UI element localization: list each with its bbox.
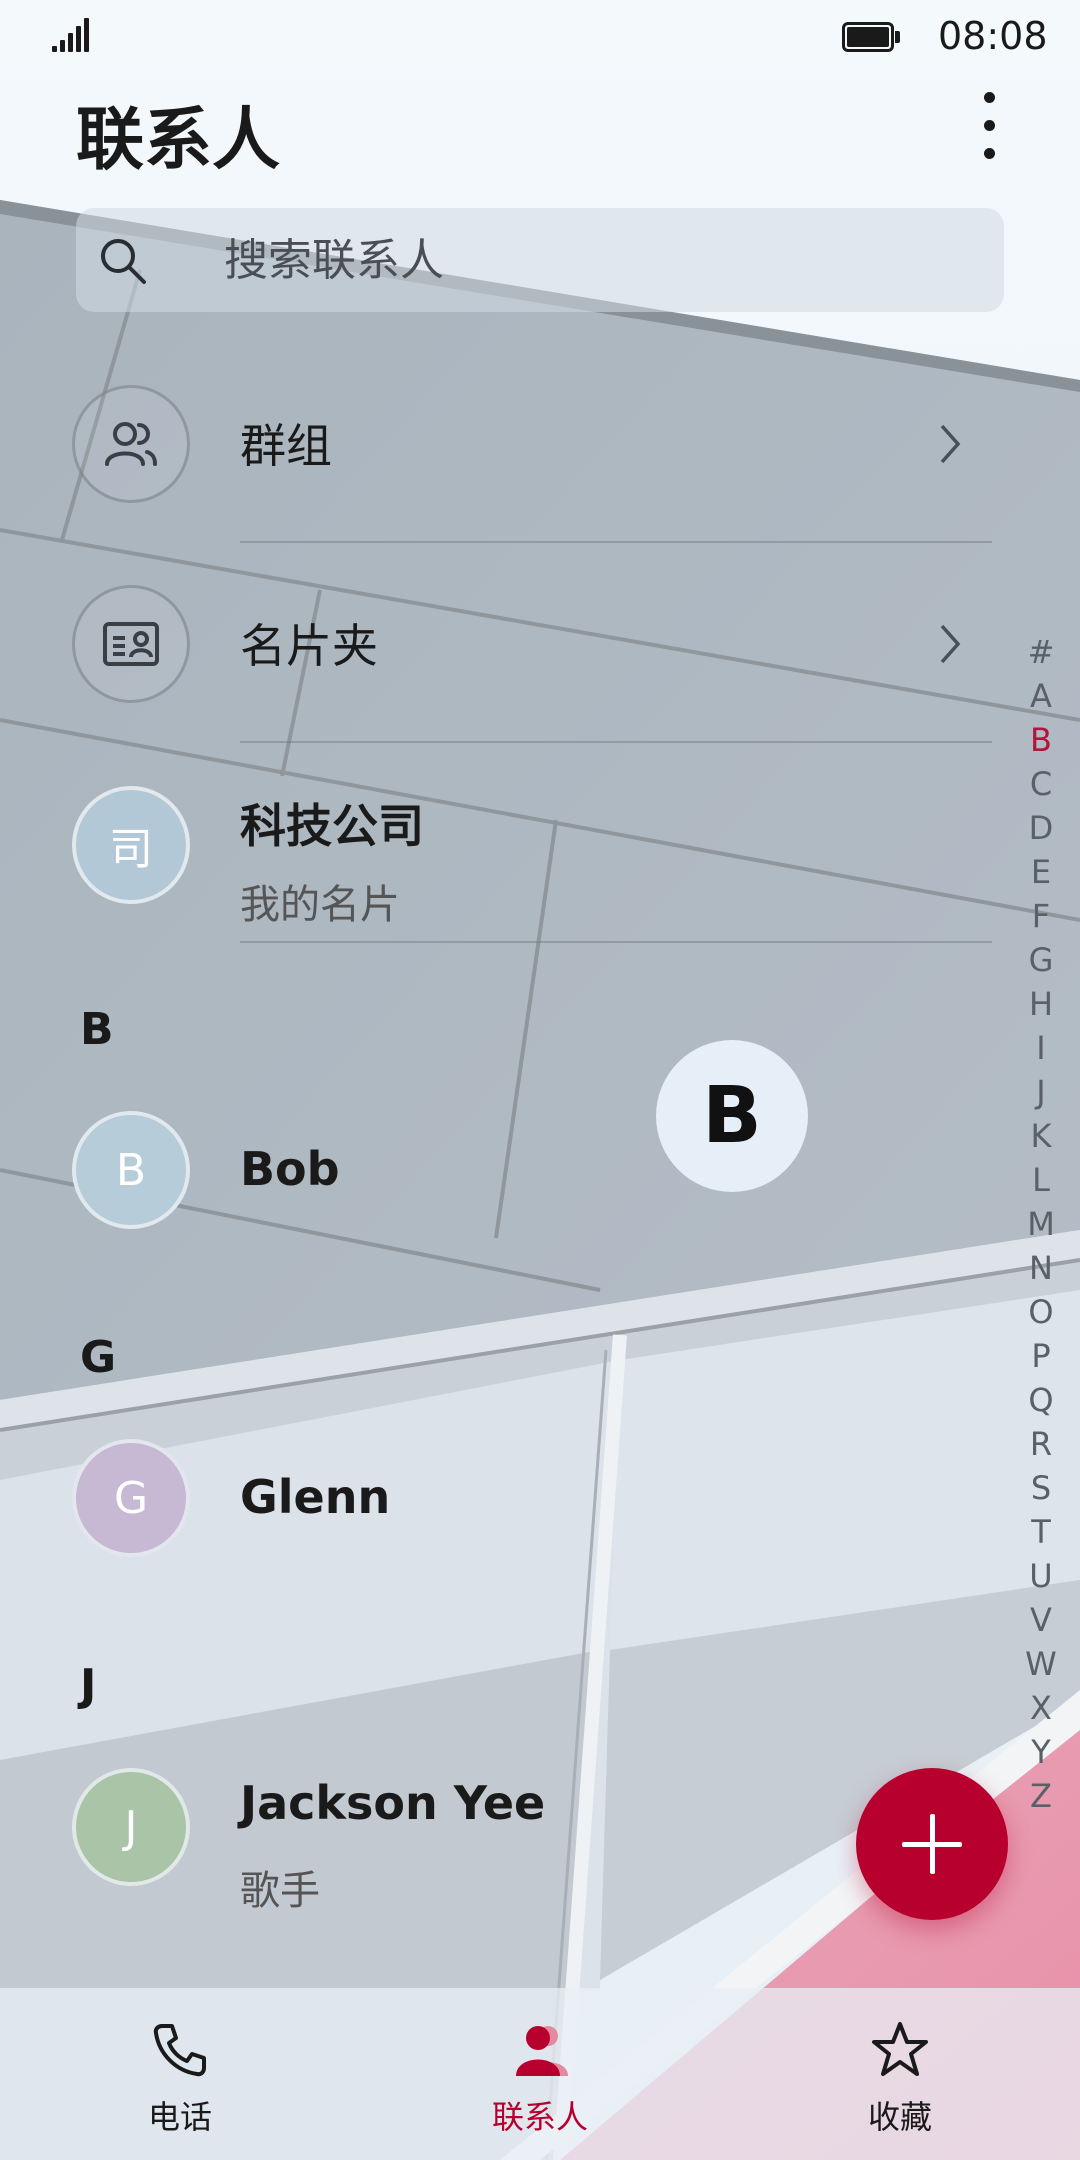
tab-contacts[interactable]: 联系人 — [420, 1988, 660, 2160]
groups-label: 群组 — [240, 419, 332, 473]
section-header-b: B — [80, 1004, 114, 1055]
avatar: 司 — [72, 786, 190, 904]
index-letter[interactable]: Z — [1020, 1774, 1062, 1818]
index-letter[interactable]: E — [1020, 850, 1062, 894]
index-letter[interactable]: V — [1020, 1598, 1062, 1642]
bottom-navigation: 电话 联系人 收藏 — [0, 1988, 1080, 2160]
index-letter[interactable]: J — [1020, 1070, 1062, 1114]
my-card-name: 科技公司 — [240, 799, 424, 853]
divider — [240, 741, 992, 743]
index-letter[interactable]: P — [1020, 1334, 1062, 1378]
status-time: 08:08 — [938, 14, 1048, 58]
chevron-right-icon — [940, 624, 961, 664]
phone-icon — [153, 2024, 206, 2077]
index-letter[interactable]: C — [1020, 762, 1062, 806]
search-bar[interactable] — [76, 208, 1004, 312]
index-letter[interactable]: U — [1020, 1554, 1062, 1598]
my-card-subtitle: 我的名片 — [240, 882, 400, 928]
tab-favorites-label: 收藏 — [867, 2098, 932, 2136]
my-card-row[interactable]: 司 科技公司 我的名片 — [0, 780, 1000, 930]
avatar: B — [72, 1111, 190, 1229]
index-letter[interactable]: A — [1020, 674, 1062, 718]
more-options-button[interactable] — [970, 88, 1010, 164]
groups-icon — [72, 385, 190, 503]
tab-phone-label: 电话 — [147, 2098, 212, 2136]
contact-row[interactable]: J Jackson Yee 歌手 — [0, 1762, 1000, 1914]
index-letter[interactable]: G — [1020, 938, 1062, 982]
chevron-right-icon — [940, 424, 961, 464]
avatar: J — [72, 1768, 190, 1886]
signal-icon — [52, 18, 92, 52]
status-bar: 08:08 — [0, 0, 1080, 74]
index-letter[interactable]: M — [1020, 1202, 1062, 1246]
avatar: G — [72, 1439, 190, 1557]
tab-contacts-label: 联系人 — [491, 2098, 588, 2136]
contact-name: Glenn — [240, 1470, 391, 1524]
contact-name: Bob — [240, 1142, 340, 1196]
contact-subtitle: 歌手 — [240, 1868, 320, 1914]
index-letter[interactable]: I — [1020, 1026, 1062, 1070]
index-letter[interactable]: T — [1020, 1510, 1062, 1554]
tab-phone[interactable]: 电话 — [60, 1988, 300, 2160]
business-card-entry[interactable]: 名片夹 — [0, 582, 1000, 706]
tab-favorites[interactable]: 收藏 — [780, 1988, 1020, 2160]
index-letter[interactable]: O — [1020, 1290, 1062, 1334]
index-letter[interactable]: # — [1020, 630, 1062, 674]
search-icon — [101, 239, 146, 284]
contacts-icon — [516, 2026, 568, 2076]
page-title: 联系人 — [76, 101, 281, 180]
index-letter[interactable]: N — [1020, 1246, 1062, 1290]
index-letter[interactable]: K — [1020, 1114, 1062, 1158]
index-letter[interactable]: X — [1020, 1686, 1062, 1730]
index-letter[interactable]: F — [1020, 894, 1062, 938]
index-letter[interactable]: R — [1020, 1422, 1062, 1466]
alphabet-index[interactable]: # A B C D E F G H I J K L M N O P Q R S T U V W X Y Z — [1020, 630, 1062, 1818]
index-letter[interactable]: H — [1020, 982, 1062, 1026]
section-header-j: J — [80, 1660, 97, 1711]
index-letter[interactable]: W — [1020, 1642, 1062, 1686]
index-letter[interactable]: L — [1020, 1158, 1062, 1202]
section-header-g: G — [80, 1332, 117, 1383]
contact-row[interactable]: G Glenn — [0, 1436, 1000, 1560]
divider — [240, 941, 992, 943]
search-input[interactable] — [224, 208, 984, 312]
divider — [240, 541, 992, 543]
more-icon — [984, 92, 995, 103]
business-card-label: 名片夹 — [240, 619, 378, 673]
battery-icon — [842, 22, 900, 52]
index-letter[interactable]: Y — [1020, 1730, 1062, 1774]
index-letter-bubble: B — [656, 1040, 808, 1192]
star-icon — [872, 2022, 928, 2076]
add-contact-button[interactable] — [856, 1768, 1008, 1920]
contact-row[interactable]: B Bob — [0, 1108, 1000, 1232]
index-letter[interactable]: Q — [1020, 1378, 1062, 1422]
groups-entry[interactable]: 群组 — [0, 382, 1000, 506]
index-letter[interactable]: D — [1020, 806, 1062, 850]
index-letter[interactable]: B — [1020, 718, 1062, 762]
contact-name: Jackson Yee — [240, 1776, 546, 1830]
index-letter[interactable]: S — [1020, 1466, 1062, 1510]
business-card-icon — [72, 585, 190, 703]
